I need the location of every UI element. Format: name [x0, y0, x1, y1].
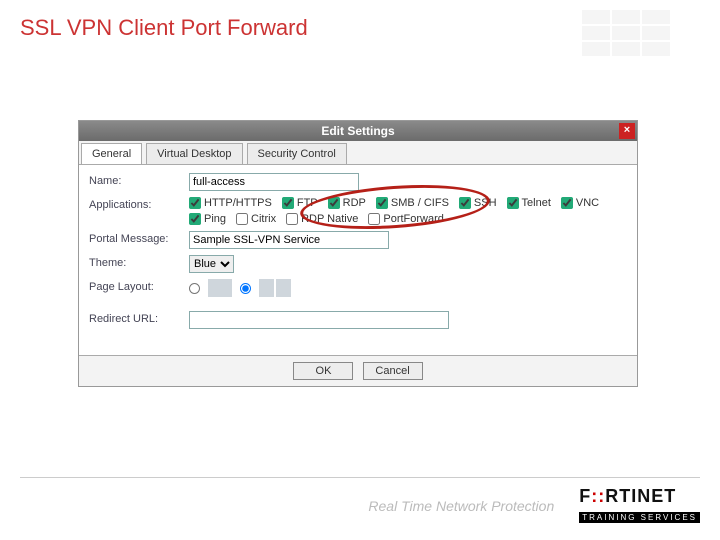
- tagline: Real Time Network Protection: [368, 498, 554, 514]
- app-label: HTTP/HTTPS: [204, 197, 272, 209]
- dialog-title: Edit Settings: [321, 124, 394, 138]
- tab-virtual-desktop[interactable]: Virtual Desktop: [146, 143, 242, 164]
- layout-single-icon: [208, 279, 232, 297]
- label-page-layout: Page Layout:: [89, 279, 189, 293]
- app-label: Telnet: [522, 197, 551, 209]
- app-label: SMB / CIFS: [391, 197, 449, 209]
- label-redirect-url: Redirect URL:: [89, 311, 189, 325]
- page-title: SSL VPN Client Port Forward: [20, 15, 308, 41]
- brand-logo: F::RTINET TRAINING SERVICES: [579, 486, 700, 525]
- tab-general[interactable]: General: [81, 143, 142, 164]
- tab-security-control[interactable]: Security Control: [247, 143, 347, 164]
- app-label: Citrix: [251, 213, 276, 225]
- app-label: PortForward: [383, 213, 444, 225]
- app-rdp-native[interactable]: RDP Native: [286, 213, 358, 225]
- dialog-form: Name: Applications: HTTP/HTTPS FTP RDP S…: [79, 165, 637, 355]
- name-input[interactable]: [189, 173, 359, 191]
- app-citrix[interactable]: Citrix: [236, 213, 276, 225]
- app-vnc[interactable]: VNC: [561, 197, 599, 209]
- close-icon[interactable]: ×: [619, 123, 635, 139]
- theme-select[interactable]: Blue: [189, 255, 234, 273]
- label-portal-message: Portal Message:: [89, 231, 189, 245]
- page-layout-single-radio[interactable]: [189, 283, 200, 294]
- app-http-https[interactable]: HTTP/HTTPS: [189, 197, 272, 209]
- page-footer: Real Time Network Protection F::RTINET T…: [20, 477, 700, 525]
- decorative-grid: [582, 10, 670, 56]
- app-telnet[interactable]: Telnet: [507, 197, 551, 209]
- label-applications: Applications:: [89, 197, 189, 211]
- layout-double-icon: [259, 279, 289, 297]
- app-label: Ping: [204, 213, 226, 225]
- app-ping[interactable]: Ping: [189, 213, 226, 225]
- applications-group: HTTP/HTTPS FTP RDP SMB / CIFS SSH Telnet…: [189, 197, 627, 225]
- dialog-tabs: General Virtual Desktop Security Control: [79, 141, 637, 165]
- label-theme: Theme:: [89, 255, 189, 269]
- dialog-footer: OK Cancel: [79, 355, 637, 386]
- app-label: VNC: [576, 197, 599, 209]
- app-portforward[interactable]: PortForward: [368, 213, 444, 225]
- portal-message-input[interactable]: [189, 231, 389, 249]
- app-label: SSH: [474, 197, 497, 209]
- cancel-button[interactable]: Cancel: [363, 362, 423, 380]
- app-smb-cifs[interactable]: SMB / CIFS: [376, 197, 449, 209]
- ok-button[interactable]: OK: [293, 362, 353, 380]
- page-layout-double-radio[interactable]: [240, 283, 251, 294]
- edit-settings-dialog: Edit Settings × General Virtual Desktop …: [78, 120, 638, 387]
- app-label: RDP: [343, 197, 366, 209]
- dialog-title-bar: Edit Settings ×: [79, 121, 637, 141]
- label-name: Name:: [89, 173, 189, 187]
- redirect-url-input[interactable]: [189, 311, 449, 329]
- app-rdp[interactable]: RDP: [328, 197, 366, 209]
- app-ftp[interactable]: FTP: [282, 197, 318, 209]
- app-label: RDP Native: [301, 213, 358, 225]
- app-label: FTP: [297, 197, 318, 209]
- app-ssh[interactable]: SSH: [459, 197, 497, 209]
